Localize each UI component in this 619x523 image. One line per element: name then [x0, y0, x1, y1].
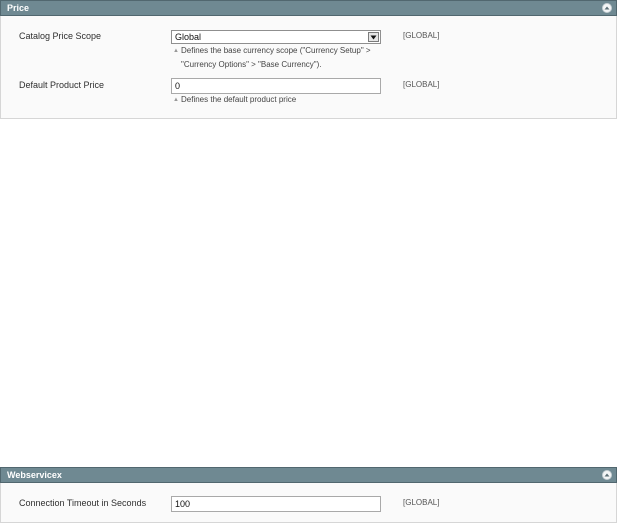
connection-timeout-label: Connection Timeout in Seconds	[19, 498, 147, 508]
price-section-header[interactable]: Price	[0, 0, 617, 16]
connection-timeout-input[interactable]	[171, 496, 381, 512]
note-triangle-icon: ▲	[173, 97, 179, 103]
catalog-price-scope-note-line2: "Currency Options" > "Base Currency").	[181, 60, 322, 69]
catalog-price-scope-selected: Global	[175, 32, 202, 42]
collapse-up-icon[interactable]	[602, 470, 612, 480]
price-section-title: Price	[7, 3, 30, 13]
webservicex-section-header[interactable]: Webservicex	[0, 467, 617, 483]
catalog-price-scope-select[interactable]: Global	[171, 30, 381, 44]
chevron-down-icon[interactable]	[368, 32, 379, 42]
webservicex-section-title: Webservicex	[7, 470, 62, 480]
webservicex-section: Webservicex Connection Timeout in Second…	[0, 467, 617, 523]
default-product-price-scope: [GLOBAL]	[403, 80, 440, 89]
catalog-price-scope-label: Catalog Price Scope	[19, 31, 102, 41]
catalog-price-scope-scope: [GLOBAL]	[403, 31, 440, 40]
connection-timeout-scope: [GLOBAL]	[403, 498, 440, 507]
default-product-price-label: Default Product Price	[19, 80, 105, 90]
default-product-price-input[interactable]	[171, 78, 381, 94]
note-triangle-icon: ▲	[173, 48, 179, 54]
price-section: Price Catalog Price Scope Global [GLOBAL…	[0, 0, 617, 119]
catalog-price-scope-note: ▲ Defines the base currency scope ("Curre…	[173, 44, 371, 71]
collapse-up-icon[interactable]	[602, 3, 612, 13]
default-product-price-note-text: Defines the default product price	[181, 95, 297, 104]
price-section-body: Catalog Price Scope Global [GLOBAL] ▲ Def…	[0, 16, 617, 119]
catalog-price-scope-note-line1: Defines the base currency scope ("Curren…	[181, 46, 371, 55]
default-product-price-note: ▲ Defines the default product price	[173, 93, 296, 107]
webservicex-section-body: Connection Timeout in Seconds [GLOBAL]	[0, 483, 617, 523]
